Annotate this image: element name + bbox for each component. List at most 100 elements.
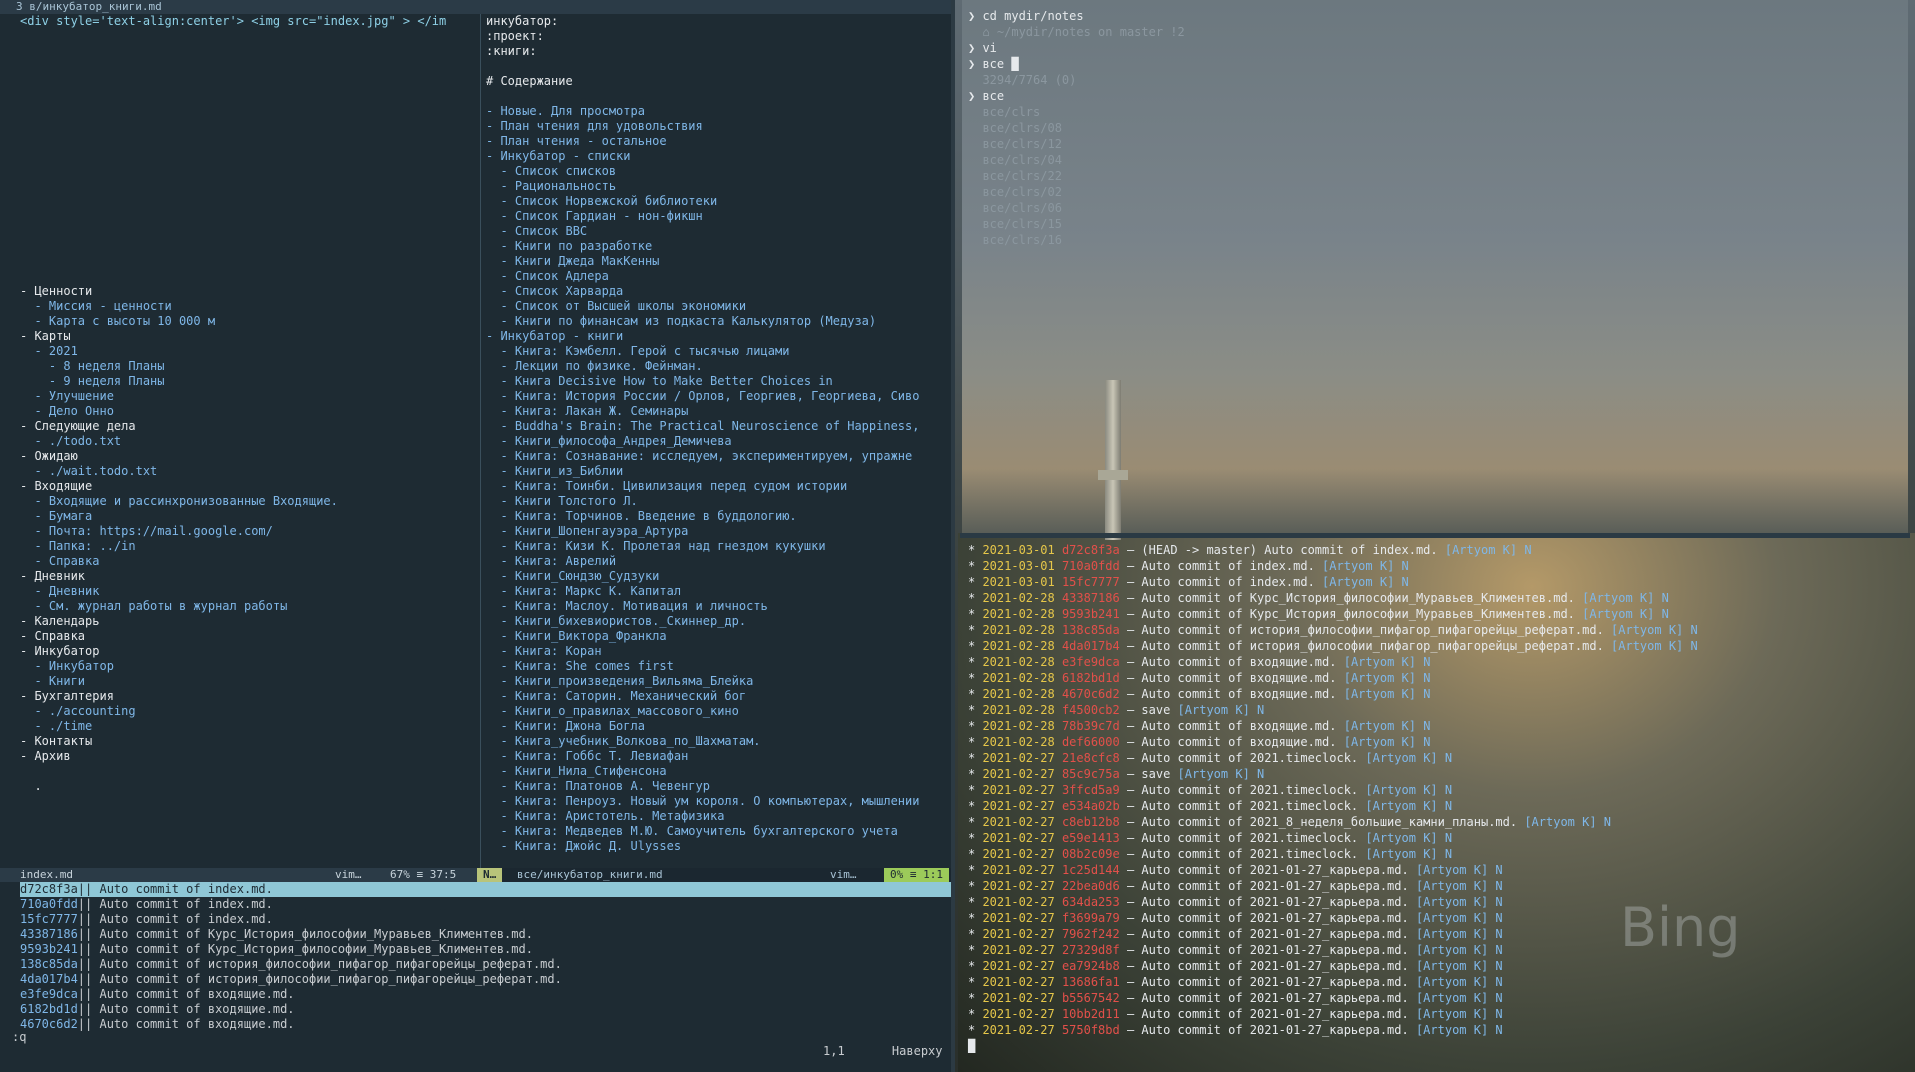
commit-author: [Artyom K] N [1415, 911, 1503, 925]
left-window-line: - Книги [20, 674, 86, 688]
terminal-log-line: * 2021-02-28 6182bd1d – Auto commit of в… [968, 670, 1698, 686]
commit-author: [Artyom K] N [1365, 847, 1453, 861]
commit-date: 2021-02-27 [982, 959, 1062, 973]
left-window-line: - ./todo.txt [20, 434, 122, 448]
commit-author: [Artyom K] N [1343, 719, 1431, 733]
right-window-line: # Содержание [486, 74, 573, 88]
commit-message: – Auto commit of входящие.md. [1126, 735, 1344, 749]
commit-date: 2021-02-28 [982, 607, 1062, 621]
terminal-log-line: * 2021-02-28 e3fe9dca – Auto commit of в… [968, 654, 1698, 670]
graph-star: * [968, 1007, 983, 1021]
left-window-line: - См. журнал работы в журнал работы [20, 599, 288, 613]
commit-author: [Artyom K] N [1365, 831, 1453, 845]
graph-star: * [968, 751, 983, 765]
vim-right-window[interactable]: инкубатор::проект::книги: # Содержание - Н… [486, 14, 951, 868]
prompt-symbol [968, 137, 982, 151]
terminal-bottom-pane[interactable]: * 2021-03-01 d72c8f3a – (HEAD -> master)… [962, 540, 1908, 1060]
commit-hash: 43387186 [1061, 591, 1127, 605]
terminal-cursor[interactable]: █ [968, 1038, 1698, 1054]
right-window-line: - Книга: Сознавание: исследуем, эксперим… [486, 449, 913, 463]
git-log-row[interactable]: 138c85da|| Auto commit of история_филосо… [20, 957, 951, 972]
right-window-line: - Список от Высшей школы экономики [486, 299, 747, 313]
commit-date: 2021-02-27 [982, 863, 1062, 877]
commit-date: 2021-02-28 [982, 703, 1062, 717]
commit-hash: 85c9c75a [1061, 767, 1127, 781]
left-window-line: - Бухгалтерия [20, 689, 114, 703]
graph-star: * [968, 895, 983, 909]
terminal-text: все/clrs/06 [982, 201, 1062, 215]
terminal-log-line: * 2021-02-27 ea7924b8 – Auto commit of 2… [968, 958, 1698, 974]
right-window-line: - Новые. Для просмотра [486, 104, 645, 118]
git-log-window[interactable]: d72c8f3a|| Auto commit of index.md. 710a0… [20, 882, 951, 1032]
commit-hash: 4670c6d2 [1061, 687, 1127, 701]
right-window-line: - Книга: Гоббс Т. Левиафан [486, 749, 689, 763]
right-window-line: - Книга: Лакан Ж. Семинары [486, 404, 689, 418]
commit-author: [Artyom K] N [1415, 991, 1503, 1005]
git-log-row[interactable]: 6182bd1d|| Auto commit of входящие.md. [20, 1002, 951, 1017]
commit-author: [Artyom K] N [1415, 879, 1503, 893]
commit-message: || Auto commit of входящие.md. [77, 1002, 295, 1016]
commit-date: 2021-02-28 [982, 639, 1062, 653]
graph-star: * [968, 655, 983, 669]
prompt-symbol [968, 201, 982, 215]
left-window-line [20, 74, 475, 89]
git-log-row[interactable]: d72c8f3a|| Auto commit of index.md. [20, 882, 951, 897]
commit-hash: 13686fa1 [1061, 975, 1127, 989]
git-log-row[interactable]: 9593b241|| Auto commit of Курс_История_ф… [20, 942, 951, 957]
git-log-row[interactable]: 710a0fdd|| Auto commit of index.md. [20, 897, 951, 912]
commit-hash: e59e1413 [1061, 831, 1127, 845]
commit-hash: e3fe9dca [1061, 655, 1127, 669]
commit-hash: 9593b241 [20, 942, 78, 956]
vim-vertical-split[interactable] [475, 14, 486, 868]
commit-hash: def66000 [1061, 735, 1127, 749]
left-window-line [20, 134, 475, 149]
left-window-line: - Ценности [20, 284, 93, 298]
prompt-symbol [968, 217, 982, 231]
vim-command-line[interactable]: :q [12, 1030, 951, 1045]
commit-hash: ea7924b8 [1061, 959, 1127, 973]
commit-date: 2021-02-28 [982, 735, 1062, 749]
left-window-line: - Дневник [20, 584, 100, 598]
commit-hash: 634da253 [1061, 895, 1127, 909]
right-window-line: - Книги_философа_Андрея_Демичева [486, 434, 732, 448]
left-window-line [20, 209, 475, 224]
vim-pane[interactable]: 3 в/инкубатор_книги.md <div style='text-… [0, 0, 955, 1072]
git-log-row[interactable]: e3fe9dca|| Auto commit of входящие.md. [20, 987, 951, 1002]
terminal-log-line: * 2021-02-27 e534a02b – Auto commit of 2… [968, 798, 1698, 814]
vim-tabline[interactable]: 3 в/инкубатор_книги.md [0, 0, 951, 14]
terminal-text: ⌂ ~/mydir/notes on master !2 [982, 25, 1185, 39]
commit-hash: 3ffcd5a9 [1061, 783, 1127, 797]
terminal-log-line: * 2021-02-27 13686fa1 – Auto commit of 2… [968, 974, 1698, 990]
terminal-line: все/clrs [968, 104, 1185, 120]
right-window-line: - Книги по финансам из подкаста Калькуля… [486, 314, 877, 328]
right-window-line: - Книга: Кэмбелл. Герой с тысячью лицами [486, 344, 790, 358]
terminal-log-line: * 2021-02-27 c8eb12b8 – Auto commit of 2… [968, 814, 1698, 830]
commit-date: 2021-02-28 [982, 623, 1062, 637]
terminal-log-line: * 2021-03-01 15fc7777 – Auto commit of i… [968, 574, 1698, 590]
right-window-line: - Книга: Тоинби. Цивилизация перед судом… [486, 479, 848, 493]
commit-author: [Artyom K] N [1415, 1007, 1503, 1021]
mode-badge: N… [477, 868, 503, 882]
git-log-row[interactable]: 4da017b4|| Auto commit of история_филосо… [20, 972, 951, 987]
left-window-line: - Карты [20, 329, 71, 343]
commit-author: [Artyom K] N [1343, 671, 1431, 685]
terminal-text: все/clrs/08 [982, 121, 1062, 135]
terminal-line: все/clrs/08 [968, 120, 1185, 136]
commit-author: [Artyom K] N [1415, 863, 1503, 877]
git-log-row[interactable]: 15fc7777|| Auto commit of index.md. [20, 912, 951, 927]
commit-message: || Auto commit of история_философии_пифа… [77, 957, 562, 971]
status-line-right: N… все/инкубатор_книги.md vim… 0% ≡ 1:1 [477, 868, 951, 882]
terminal-log-line: * 2021-02-28 43387186 – Auto commit of К… [968, 590, 1698, 606]
right-window-line: - Список Норвежской библиотеки [486, 194, 718, 208]
vim-left-window[interactable]: <div style='text-align:center'> <img src… [20, 14, 475, 868]
left-window-line: . [20, 779, 42, 793]
terminal-top-pane[interactable]: ❯ cd mydir/notes ⌂ ~/mydir/notes on mast… [962, 0, 1908, 533]
git-log-row[interactable]: 43387186|| Auto commit of Курс_История_ф… [20, 927, 951, 942]
commit-date: 2021-02-27 [982, 831, 1062, 845]
right-window-line: - Книга: Кизи К. Пролетая над гнездом ку… [486, 539, 826, 553]
terminal-text: все [982, 89, 1005, 103]
commit-message: – save [1126, 767, 1178, 781]
terminal-line: все/clrs/02 [968, 184, 1185, 200]
prompt-symbol: ❯ [968, 57, 983, 71]
commit-author: [Artyom K] N [1611, 623, 1698, 637]
